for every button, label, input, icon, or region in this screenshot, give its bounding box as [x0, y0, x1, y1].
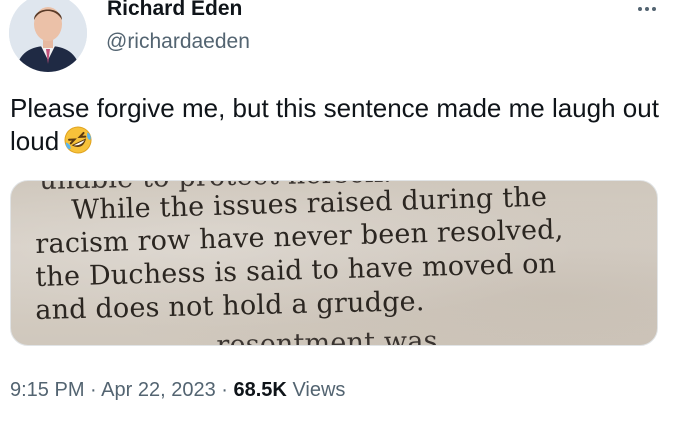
tweet-text: Please forgive me, but this sentence mad… — [10, 92, 670, 158]
more-horizontal-icon-dot — [645, 7, 649, 11]
tweet-time[interactable]: 9:15 PM — [10, 379, 84, 401]
tweet-metadata: 9:15 PM · Apr 22, 2023 · 68.5K Views — [10, 377, 345, 403]
avatar-image — [9, 0, 87, 72]
avatar[interactable] — [9, 0, 87, 72]
more-horizontal-icon-dot — [652, 7, 656, 11]
author-name[interactable]: Richard Eden — [107, 0, 242, 22]
tweet-media-image[interactable]: unable to protect herself. While the iss… — [10, 180, 658, 346]
tweet-date[interactable]: Apr 22, 2023 — [101, 379, 216, 401]
views-count[interactable]: 68.5K — [234, 379, 287, 401]
tweet-text-content: Please forgive me, but this sentence mad… — [10, 93, 659, 156]
meta-separator: · — [221, 379, 228, 401]
rolling-on-the-floor-laughing-emoji-icon — [63, 125, 93, 155]
views-label: Views — [292, 379, 346, 401]
author-handle[interactable]: @richardaeden — [106, 29, 250, 55]
more-options-button[interactable] — [632, 0, 662, 18]
more-horizontal-icon — [638, 7, 642, 11]
meta-separator: · — [90, 379, 97, 401]
tweet: Richard Eden @richardaeden Please forgiv… — [0, 0, 678, 424]
